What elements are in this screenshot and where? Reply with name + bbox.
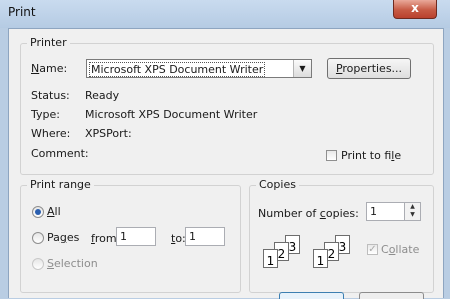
status-value: Ready — [85, 89, 120, 102]
from-input[interactable]: 1 — [116, 227, 156, 246]
status-label: Status: — [31, 89, 70, 102]
selection-radio[interactable] — [32, 258, 44, 270]
type-value: Microsoft XPS Document Writer — [85, 108, 258, 121]
close-button[interactable]: x — [393, 0, 437, 19]
print-to-file-checkbox[interactable] — [326, 150, 337, 161]
pages-radio[interactable] — [32, 232, 44, 244]
to-label: to: — [171, 232, 186, 245]
collate-page: 1 — [313, 249, 328, 268]
pages-label[interactable]: Pages — [47, 231, 79, 244]
copies-legend: Copies — [256, 178, 299, 191]
number-of-copies-label: Number of copies: — [258, 207, 359, 220]
spin-down-icon[interactable]: ▼ — [405, 211, 420, 219]
selection-label[interactable]: Selection — [47, 257, 98, 270]
spin-up-icon[interactable]: ▲ — [405, 203, 420, 211]
close-icon: x — [411, 1, 419, 15]
type-label: Type: — [31, 108, 60, 121]
properties-button[interactable]: Properties... — [327, 58, 411, 79]
where-value: XPSPort: — [85, 127, 132, 140]
printer-legend: Printer — [27, 36, 70, 49]
all-label[interactable]: All — [47, 205, 61, 218]
chevron-down-icon[interactable]: ▼ — [293, 60, 311, 77]
collate-page: 1 — [263, 249, 278, 268]
collate-label[interactable]: Collate — [381, 243, 419, 256]
print-dialog: Printer Name: Microsoft XPS Document Wri… — [8, 28, 444, 298]
title-bar[interactable]: Print x — [0, 0, 450, 28]
printer-name-value: Microsoft XPS Document Writer — [89, 62, 266, 77]
comment-label: Comment: — [31, 147, 89, 160]
where-label: Where: — [31, 127, 71, 140]
to-input[interactable]: 1 — [185, 227, 225, 246]
printer-name-select[interactable]: Microsoft XPS Document Writer ▼ — [86, 59, 312, 78]
print-to-file-label[interactable]: Print to file — [341, 149, 401, 162]
ok-button-edge[interactable] — [279, 292, 344, 299]
collate-checkbox[interactable]: ✓ — [367, 244, 378, 255]
copies-input[interactable]: 1 — [366, 202, 405, 221]
all-radio[interactable] — [32, 206, 44, 218]
window-title: Print — [8, 5, 36, 19]
copies-spinner[interactable]: ▲ ▼ — [404, 202, 421, 221]
cancel-button-edge[interactable] — [359, 292, 424, 299]
name-label: Name: — [31, 62, 68, 75]
print-range-legend: Print range — [27, 178, 94, 191]
